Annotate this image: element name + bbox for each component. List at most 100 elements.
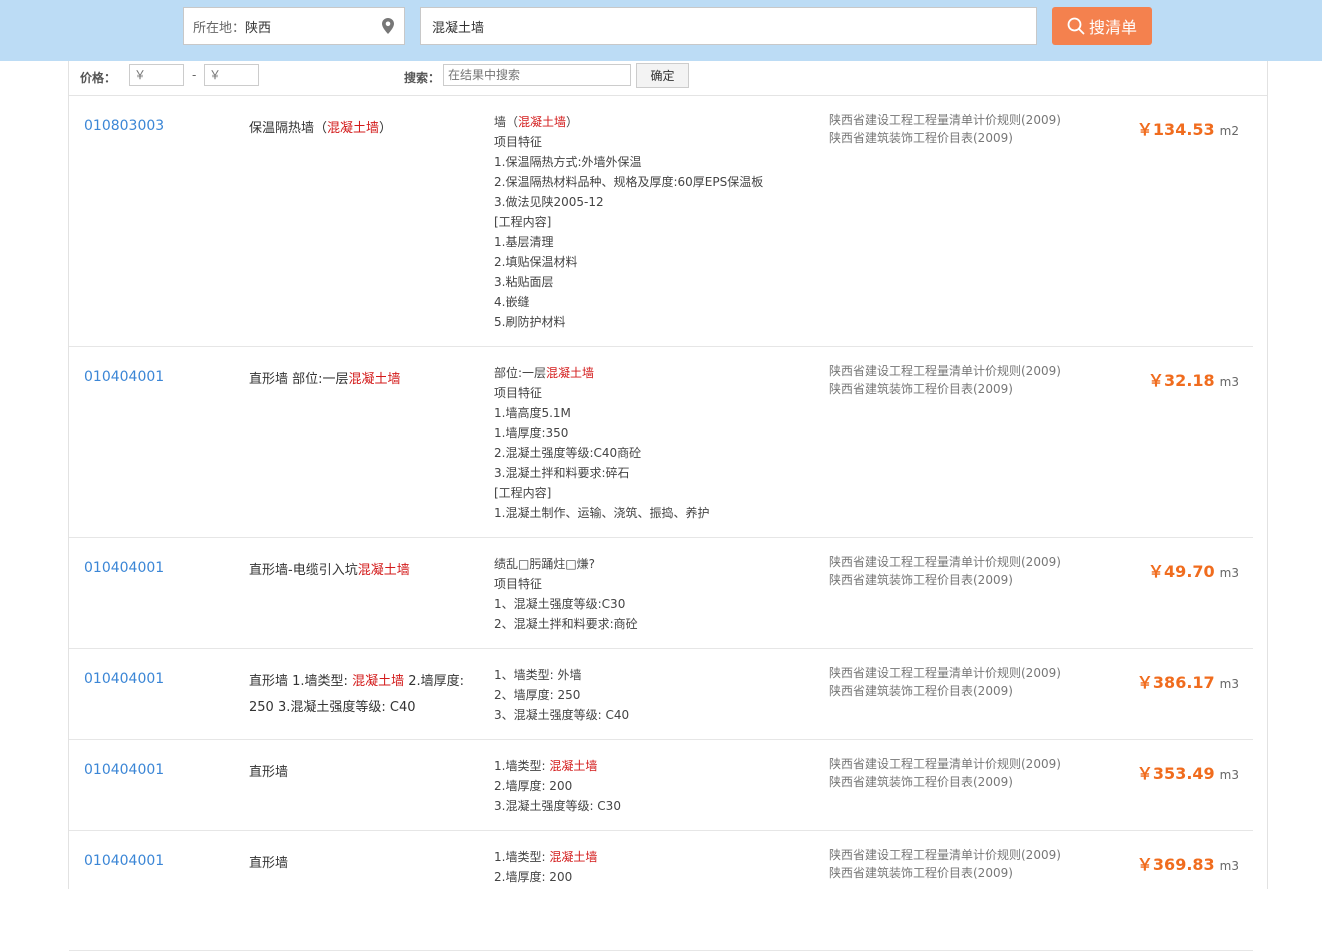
item-code-link[interactable]: 010404001 (84, 762, 164, 778)
description-line: 2.保温隔热材料品种、规格及厚度:60厚EPS保温板 (494, 172, 814, 192)
pricing-rule-text: 陕西省建筑装饰工程价目表(2009) (829, 775, 1013, 789)
text-segment: 绩乱□肟踊炷□熑? (494, 557, 596, 571)
pricing-rules: 陕西省建设工程工程量清单计价规则(2009) 陕西省建筑装饰工程价目表(2009) (829, 664, 1061, 700)
item-price: ￥353.49 m3 (1137, 760, 1239, 784)
description-line: 3.粘贴面层 (494, 272, 814, 292)
results-panel: 价格： - 搜索： 确定 010803003保温隔热墙（混凝土墙）墙（混凝土墙）… (68, 61, 1268, 951)
price-unit: m3 (1219, 677, 1239, 691)
text-segment: 直形墙 (249, 765, 289, 780)
keyword-highlight: 混凝土墙 (546, 366, 595, 380)
item-code-link[interactable]: 010404001 (84, 560, 164, 576)
description-line: 1.基层清理 (494, 232, 814, 252)
text-segment: 4.嵌缝 (494, 295, 530, 309)
text-segment: 1.基层清理 (494, 235, 554, 249)
text-segment: 2.墙厚度: 200 (494, 779, 573, 793)
pricing-rules: 陕西省建设工程工程量清单计价规则(2009) 陕西省建筑装饰工程价目表(2009) (829, 362, 1061, 398)
result-search-label: 搜索： (404, 71, 441, 85)
description-line: 1、墙类型: 外墙 (494, 665, 814, 685)
text-segment: 1.墙高度5.1M (494, 406, 571, 420)
description-line: 1.墙厚度:350 (494, 423, 814, 443)
item-description: 部位:一层混凝土墙 项目特征 1.墙高度5.1M 1.墙厚度:350 2.混凝土强度等级… (494, 363, 814, 523)
price-value: ￥134.53 (1136, 120, 1215, 139)
filter-bar: 价格： - 搜索： 确定 (69, 61, 1267, 96)
price-min-input[interactable] (129, 64, 184, 86)
pricing-rules: 陕西省建设工程工程量清单计价规则(2009) 陕西省建筑装饰工程价目表(2009) (829, 846, 1061, 882)
pricing-rule-text: 陕西省建筑装饰工程价目表(2009) (829, 684, 1013, 698)
description-line: 2、墙厚度: 250 (494, 685, 814, 705)
pricing-rules: 陕西省建设工程工程量清单计价规则(2009) 陕西省建筑装饰工程价目表(2009) (829, 111, 1061, 147)
pricing-rules: 陕西省建设工程工程量清单计价规则(2009) 陕西省建筑装饰工程价目表(2009) (829, 755, 1061, 791)
pricing-rule-text: 陕西省建设工程工程量清单计价规则(2009) (829, 364, 1061, 378)
item-description: 墙（混凝土墙） 项目特征 1.保温隔热方式:外墙外保温 2.保温隔热材料品种、规格及厚… (494, 112, 814, 332)
location-label: 所在地： (193, 20, 246, 36)
text-segment: 1.保温隔热方式:外墙外保温 (494, 155, 642, 169)
description-line: 3.做法见陕2005-12 (494, 192, 814, 212)
item-price: ￥32.18 m3 (1148, 367, 1239, 391)
item-code-link[interactable]: 010803003 (84, 118, 164, 134)
pricing-rule-text: 陕西省建设工程工程量清单计价规则(2009) (829, 757, 1061, 771)
top-search-bar: 所在地： 陕西 混凝土墙 搜清单 (0, 0, 1322, 61)
table-row: 010404001 直形墙-电缆引入坑混凝土墙 绩乱□肟踊炷□熑? 项目特征 1、混凝土… (69, 538, 1253, 649)
price-value: ￥369.83 (1136, 855, 1215, 874)
text-segment: 1.墙类型: (494, 850, 550, 864)
table-row: 010803003 保温隔热墙（混凝土墙） 墙（混凝土墙 ） 项目特征 1.保温隔热方式:… (69, 96, 1253, 347)
price-filter-label: 价格： (80, 71, 117, 85)
description-line: [工程内容] (494, 483, 814, 503)
item-description: 1.墙类型: 混凝土墙 2.墙厚度: 200 (494, 847, 814, 887)
description-line: 项目特征 (494, 132, 814, 152)
search-input[interactable]: 混凝土墙 (420, 7, 1037, 45)
item-description: 1、墙类型: 外墙 2、墙厚度: 250 3、混凝土强度等级: C40 (494, 665, 814, 725)
text-segment: ） (379, 121, 393, 136)
item-price: ￥369.83 m3 (1137, 851, 1239, 875)
pricing-rule-text: 陕西省建设工程工程量清单计价规则(2009) (829, 666, 1061, 680)
keyword-highlight: 混凝土墙 (549, 759, 598, 773)
text-segment: 项目特征 (494, 577, 543, 591)
table-row: 010404001 直形墙 1.墙类型: 混凝土墙 2.墙厚度: 200 陕西省建设工程… (69, 831, 1253, 951)
keyword-highlight: 混凝土墙 (352, 674, 405, 689)
pricing-rule-text: 陕西省建筑装饰工程价目表(2009) (829, 131, 1013, 145)
result-search-input[interactable] (443, 64, 631, 86)
pricing-rule-text: 陕西省建筑装饰工程价目表(2009) (829, 382, 1013, 396)
item-code-link[interactable]: 010404001 (84, 853, 164, 869)
search-button[interactable]: 搜清单 (1052, 7, 1152, 45)
description-line: 项目特征 (494, 574, 814, 594)
table-row: 010404001 直形墙 部位:一层混凝土墙 部位:一层混凝土墙 项目特征 1.墙高度… (69, 347, 1253, 538)
keyword-highlight: 混凝土墙 (518, 115, 567, 129)
price-unit: m3 (1219, 566, 1239, 580)
pricing-rule-text: 陕西省建设工程工程量清单计价规则(2009) (829, 113, 1061, 127)
price-value: ￥32.18 (1148, 371, 1215, 390)
pricing-rule-text: 陕西省建筑装饰工程价目表(2009) (829, 573, 1013, 587)
search-button-label: 搜清单 (1088, 18, 1137, 37)
price-max-input[interactable] (204, 64, 259, 86)
item-name: 直形墙-电缆引入坑混凝土墙 (249, 558, 479, 584)
text-segment: 1.混凝土制作、运输、浇筑、振捣、养护 (494, 506, 710, 520)
text-segment: 墙（ (494, 115, 519, 129)
description-line: 1.墙类型: 混凝土墙 (494, 756, 814, 776)
description-line: 3.混凝土强度等级: C30 (494, 796, 814, 816)
text-segment: 3.混凝土拌和料要求:碎石 (494, 466, 630, 480)
item-name: 保温隔热墙（混凝土墙） (249, 116, 479, 142)
text-segment: [工程内容] (494, 215, 552, 229)
text-segment: 2.墙厚度: 200 (494, 870, 573, 884)
description-line: 1.混凝土制作、运输、浇筑、振捣、养护 (494, 503, 814, 523)
description-line: 1.墙类型: 混凝土墙 (494, 847, 814, 867)
table-row: 010404001 直形墙 1.墙类型: 混凝土墙 2.墙厚度: 250 3.混凝… (69, 649, 1253, 740)
text-segment: 1.墙厚度:350 (494, 426, 569, 440)
item-code-link[interactable]: 010404001 (84, 369, 164, 385)
item-description: 绩乱□肟踊炷□熑? 项目特征 1、混凝土强度等级:C30 2、混凝土拌和料要求:商砼 (494, 554, 814, 634)
keyword-highlight: 混凝土墙 (357, 563, 410, 578)
text-segment: 1、墙类型: 外墙 (494, 668, 582, 682)
confirm-button[interactable]: 确定 (636, 63, 689, 88)
description-line: 2.墙厚度: 200 (494, 776, 814, 796)
item-code-link[interactable]: 010404001 (84, 671, 164, 687)
text-segment: 1、混凝土强度等级:C30 (494, 597, 626, 611)
text-segment: 1.墙类型: (494, 759, 550, 773)
description-line: 3.混凝土拌和料要求:碎石 (494, 463, 814, 483)
text-segment: 3.做法见陕2005-12 (494, 195, 604, 209)
pricing-rules: 陕西省建设工程工程量清单计价规则(2009) 陕西省建筑装饰工程价目表(2009) (829, 553, 1061, 589)
location-value: 陕西 (245, 20, 272, 36)
item-name: 直形墙 (249, 851, 479, 877)
description-line: 2.墙厚度: 200 (494, 867, 814, 887)
location-selector[interactable]: 所在地： 陕西 (183, 7, 405, 45)
text-segment: 直形墙 部位:一层 (249, 372, 349, 387)
